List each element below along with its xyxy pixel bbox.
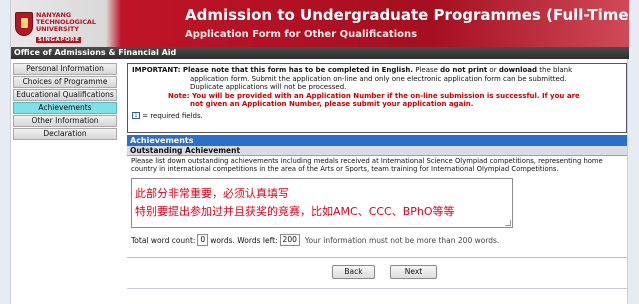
notice-blank-text: the blank [537,66,573,74]
sidebar-item-declaration[interactable]: Declaration [13,128,117,140]
total-word-count-label: Total word count: [131,235,196,245]
logo-line4: SINGAPORE [36,37,82,43]
word-count-row: Total word count: 0 words. Words left: 2… [131,234,499,246]
ntu-logo: NANYANG TECHNOLOGICAL UNIVERSITY SINGAPO… [15,4,115,44]
resize-grip-icon[interactable] [505,220,511,226]
notice-line-2: application form. Submit the application… [190,74,567,83]
required-text: = required fields. [142,111,203,120]
notice-please-text: Please [413,66,441,74]
words-left-label: words. Words left: [210,235,278,245]
sidebar-item-personal-information[interactable]: Personal Information [13,63,117,75]
notice-or-text: or [487,66,499,74]
notice-important-text: IMPORTANT: Please note that this form ha… [132,66,413,74]
main-content: IMPORTANT: Please note that this form ha… [127,63,627,289]
sidebar-nav: Personal Information Choices of Programm… [13,63,117,141]
logo-text: NANYANG TECHNOLOGICAL UNIVERSITY [36,11,96,34]
total-word-count-field: 0 [197,234,209,246]
sidebar-item-other-information[interactable]: Other Information [13,115,117,127]
divider [127,257,627,258]
note-line-1: Note: You will be provided with an Appli… [168,91,580,100]
notice-line-3: Duplicate applications will not be proce… [190,83,347,92]
notice-do-not-print: do not print [440,66,488,74]
logo-line3: UNIVERSITY [36,25,79,34]
next-button[interactable]: Next [390,265,437,279]
sidebar-item-educational-qualifications[interactable]: Educational Qualifications [13,89,117,101]
page-subtitle: Application Form for Other Qualification… [185,29,418,40]
section-title: Achievements [127,135,627,146]
notice-line-1: IMPORTANT: Please note that this form ha… [132,66,622,75]
textarea-line-2: 特别要提出参加过并且获奖的竞赛，比如AMC、CCC、BPhO等等 [135,205,455,218]
sidebar-item-choices-of-programme[interactable]: Choices of Programme [13,76,117,88]
note-line-2: not given an Application Number, please … [190,100,474,109]
page-title: Admission to Undergraduate Programmes (F… [185,6,629,24]
divider-bottom [127,288,627,289]
crest-icon [15,12,33,36]
required-fields-legend: 1 = required fields. [132,112,622,120]
section-subtitle: Outstanding Achievement [127,146,627,156]
achievement-textarea[interactable]: 此部分非常重要，必须认真填写 特别要提出参加过并且获奖的竞赛，比如AMC、CCC… [131,178,513,228]
notice-download: download [498,66,538,74]
required-icon: 1 [132,112,140,120]
textarea-line-1: 此部分非常重要，必须认真填写 [135,187,289,200]
words-left-field: 200 [279,234,300,246]
word-limit-note: Your information must not be more than 2… [304,235,500,245]
page-frame: NANYANG TECHNOLOGICAL UNIVERSITY SINGAPO… [10,0,629,304]
back-button[interactable]: Back [332,265,375,279]
section-description: Please list down outstanding achievement… [131,157,603,173]
office-bar: Office of Admissions & Financial Aid [11,47,629,59]
important-notice: IMPORTANT: Please note that this form ha… [127,63,627,133]
header-banner: NANYANG TECHNOLOGICAL UNIVERSITY SINGAPO… [11,0,629,47]
sidebar-item-achievements[interactable]: Achievements [13,102,117,114]
